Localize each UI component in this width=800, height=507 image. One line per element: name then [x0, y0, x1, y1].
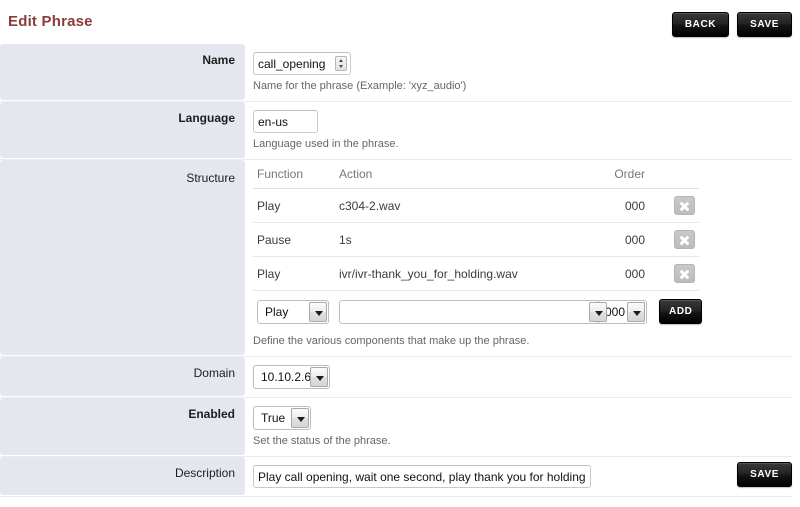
back-button[interactable]: BACK	[672, 12, 729, 37]
cell-delete	[655, 257, 699, 291]
hint-name: Name for the phrase (Example: 'xyz_audio…	[253, 79, 792, 93]
structure-add-row: Play	[253, 291, 699, 333]
field-name: Name for the phrase (Example: 'xyz_audio…	[245, 44, 792, 101]
hint-language: Language used in the phrase.	[253, 137, 792, 151]
page-title: Edit Phrase	[8, 13, 93, 30]
chevron-down-icon[interactable]	[627, 302, 645, 322]
form-row-structure: Structure Function Action Order Play	[0, 160, 792, 357]
field-language: Language used in the phrase.	[245, 102, 792, 159]
name-input-wrapper	[253, 52, 351, 75]
label-language: Language	[0, 102, 245, 158]
domain-value: 10.10.2.68	[254, 366, 310, 388]
field-domain: 10.10.2.68	[245, 357, 792, 397]
cell-action: ivr/ivr-thank_you_for_holding.wav	[335, 257, 593, 291]
label-description: Description	[0, 457, 245, 495]
language-input[interactable]	[253, 110, 318, 133]
stepper-icon[interactable]	[335, 56, 347, 71]
cell-new-action	[335, 291, 593, 333]
field-structure: Function Action Order Play c304-2.wav 00…	[245, 160, 792, 356]
enabled-value: True	[254, 407, 291, 429]
cell-new-function: Play	[253, 291, 335, 333]
enabled-select[interactable]: True	[253, 406, 311, 430]
table-row: Pause 1s 000	[253, 223, 699, 257]
delete-row-icon[interactable]	[674, 264, 695, 283]
new-function-select[interactable]: Play	[257, 300, 329, 324]
top-action-buttons: BACK SAVE	[672, 12, 792, 37]
chevron-down-icon[interactable]	[310, 367, 328, 387]
label-structure: Structure	[0, 160, 245, 355]
cell-order: 000	[593, 189, 655, 223]
form-row-enabled: Enabled True Set the status of the phras…	[0, 398, 792, 457]
structure-header-row: Function Action Order	[253, 165, 699, 189]
description-input[interactable]	[253, 465, 591, 488]
cell-function: Play	[253, 189, 335, 223]
form-row-description: Description	[0, 457, 792, 497]
table-row: Play c304-2.wav 000	[253, 189, 699, 223]
field-description	[245, 457, 792, 496]
cell-order: 000	[593, 257, 655, 291]
new-function-value: Play	[258, 301, 294, 323]
cell-delete	[655, 223, 699, 257]
chevron-down-icon[interactable]	[589, 302, 607, 322]
hint-enabled: Set the status of the phrase.	[253, 434, 792, 448]
label-name: Name	[0, 44, 245, 100]
field-enabled: True Set the status of the phrase.	[245, 398, 792, 456]
structure-table: Function Action Order Play c304-2.wav 00…	[253, 165, 699, 332]
chevron-down-icon[interactable]	[291, 408, 309, 428]
cell-action: c304-2.wav	[335, 189, 593, 223]
edit-phrase-page: Edit Phrase BACK SAVE Name Name for the …	[0, 0, 800, 507]
domain-select[interactable]: 10.10.2.68	[253, 365, 330, 389]
column-header-order: Order	[593, 165, 655, 189]
new-action-select[interactable]	[339, 300, 609, 324]
column-header-function: Function	[253, 165, 335, 189]
cell-add-button: ADD	[655, 291, 699, 333]
structure-table-head: Function Action Order	[253, 165, 699, 189]
column-header-delete	[655, 165, 699, 189]
add-row-button[interactable]: ADD	[659, 299, 702, 324]
delete-row-icon[interactable]	[674, 230, 695, 249]
chevron-down-icon[interactable]	[309, 302, 327, 322]
label-enabled: Enabled	[0, 398, 245, 455]
delete-row-icon[interactable]	[674, 196, 695, 215]
edit-phrase-form: Name Name for the phrase (Example: 'xyz_…	[0, 44, 800, 497]
cell-action: 1s	[335, 223, 593, 257]
form-row-language: Language Language used in the phrase.	[0, 102, 792, 160]
cell-delete	[655, 189, 699, 223]
structure-table-body: Play c304-2.wav 000 Pause 1s 000	[253, 189, 699, 333]
column-header-action: Action	[335, 165, 593, 189]
save-button-bottom[interactable]: SAVE	[737, 462, 792, 487]
form-row-domain: Domain 10.10.2.68	[0, 357, 792, 398]
cell-order: 000	[593, 223, 655, 257]
form-row-name: Name Name for the phrase (Example: 'xyz_…	[0, 44, 792, 102]
save-button-top[interactable]: SAVE	[737, 12, 792, 37]
hint-structure: Define the various components that make …	[253, 334, 792, 348]
footer-actions: SAVE	[737, 462, 792, 487]
cell-function: Pause	[253, 223, 335, 257]
table-row: Play ivr/ivr-thank_you_for_holding.wav 0…	[253, 257, 699, 291]
label-domain: Domain	[0, 357, 245, 396]
cell-function: Play	[253, 257, 335, 291]
